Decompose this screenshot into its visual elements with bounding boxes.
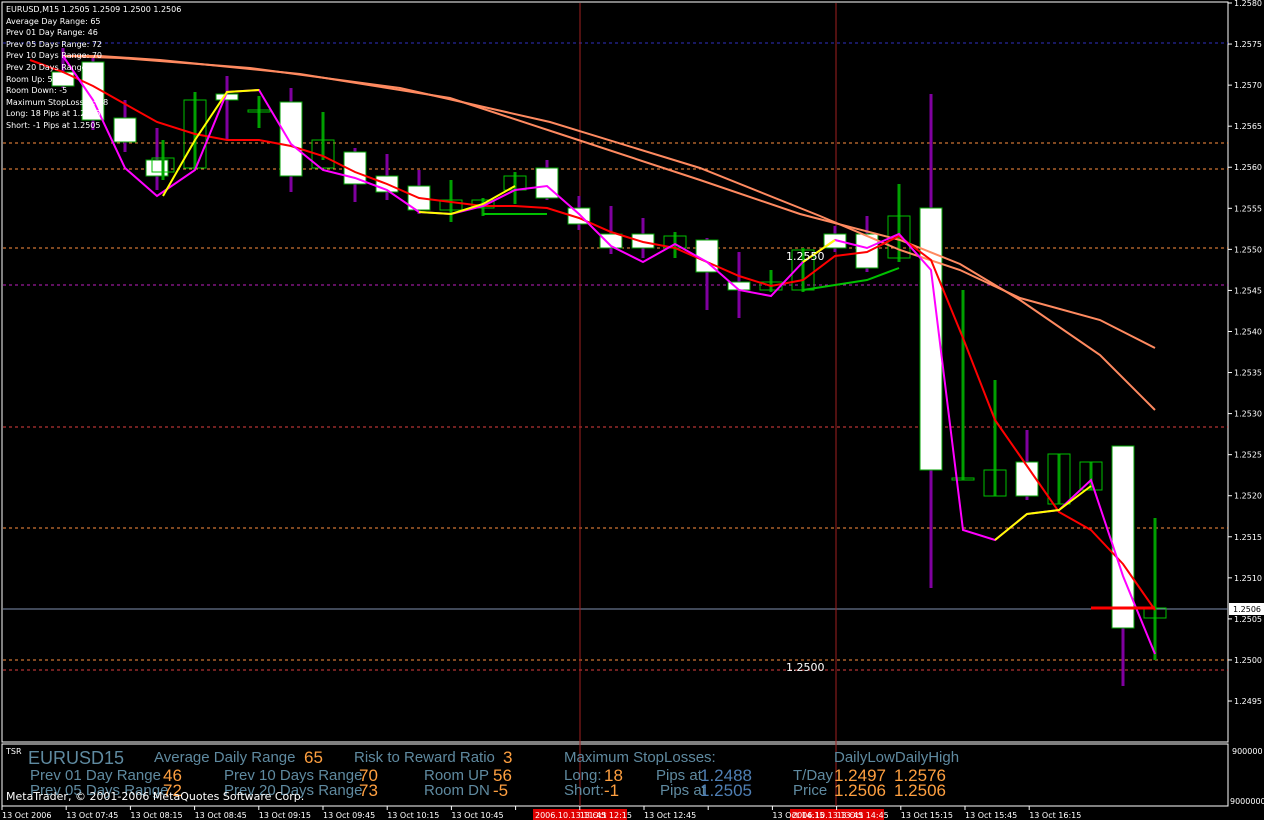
short-label: Short: <box>564 782 605 799</box>
time-axis-label: 13 Oct 2006 <box>2 811 51 820</box>
level-label-2: 1.2500 <box>786 661 825 674</box>
short-pips-at-label: Pips at <box>660 782 706 799</box>
avg-daily-range-value: 65 <box>304 748 323 767</box>
time-axis-label: 13 Oct 10:15 <box>387 811 439 820</box>
candle-body <box>695 239 719 273</box>
price-axis-label: 1.2575 <box>1234 40 1262 49</box>
avg-daily-range-label: Average Daily Range <box>154 749 296 766</box>
candle-body <box>1111 445 1135 629</box>
short-price-value: 1.2505 <box>700 781 752 800</box>
price-axis-label: 1.2515 <box>1234 533 1262 542</box>
header-line-symbol: EURUSD,M15 1.2505 1.2509 1.2500 1.2506 <box>6 5 182 14</box>
price-low-value: 1.2506 <box>834 781 886 800</box>
room-dn-label: Room DN <box>424 782 490 799</box>
candle-body <box>215 93 239 101</box>
risk-reward-label: Risk to Reward Ratio <box>354 749 495 766</box>
indicator-tag: TSR <box>6 747 22 756</box>
time-axis-label: 13 Oct 09:15 <box>259 811 311 820</box>
time-axis-label: 13 Oct 14:15 <box>772 811 824 820</box>
price-label: Price <box>793 782 828 799</box>
candle-body <box>279 101 303 177</box>
time-axis-label: 13 Oct 15:45 <box>965 811 1017 820</box>
price-axis-label: 1.2535 <box>1234 369 1262 378</box>
candle-body <box>145 159 169 177</box>
header-line-roomup: Room Up: 56 <box>6 74 58 84</box>
candle <box>279 88 303 192</box>
current-price-label: 1.2506 <box>1233 605 1261 614</box>
prev20-value: 73 <box>359 781 378 800</box>
max-stoploss-label: Maximum StopLosses: <box>564 749 716 766</box>
price-axis-label: 1.2540 <box>1234 327 1262 336</box>
time-axis-label: 13 Oct 09:45 <box>323 811 375 820</box>
price-chart[interactable]: 1.2580 1.2575 1.2570 1.2565 1.2560 1.2555 1.25… <box>0 0 1264 820</box>
time-axis-label: 13 Oct 08:15 <box>130 811 182 820</box>
time-axis-label: 13 Oct 12:45 <box>644 811 696 820</box>
indicator-symbol: EURUSD15 <box>28 748 125 768</box>
price-axis-label: 1.2560 <box>1234 163 1262 172</box>
price-axis-label: 1.2520 <box>1234 492 1262 501</box>
header-line-maxsl: Maximum StopLosses: 18 <box>6 97 109 107</box>
time-axis-label: 13 Oct 07:45 <box>66 811 118 820</box>
time-axis-label: 13 Oct 14:45 <box>837 811 889 820</box>
price-axis-label: 1.2580 <box>1234 0 1262 8</box>
price-axis-label: 1.2505 <box>1234 615 1262 624</box>
price-axis-label: 1.2500 <box>1234 656 1262 665</box>
price-axis-label: 1.2495 <box>1234 697 1262 706</box>
copyright-text: MetaTrader, © 2001-2006 MetaQuotes Softw… <box>6 790 305 803</box>
header-line-long: Long: 18 Pips at 1.2488 <box>6 109 101 119</box>
header-line-prev01: Prev 01 Day Range: 46 <box>6 28 98 38</box>
price-high-value: 1.2506 <box>894 781 946 800</box>
price-axis-label: 1.2570 <box>1234 81 1262 90</box>
price-axis-label: 1.2550 <box>1234 245 1262 254</box>
time-axis-label: 13 Oct 15:15 <box>901 811 953 820</box>
header-line-avg: Average Day Range: 65 <box>6 16 101 26</box>
header-line-short: Short: -1 Pips at 1.2505 <box>6 120 101 130</box>
price-axis-label: 1.2525 <box>1234 451 1262 460</box>
room-dn-value: -5 <box>493 781 509 800</box>
indicator-axis-bottom: 9000000 <box>1230 797 1264 806</box>
level-label-1: 1.2550 <box>786 250 825 263</box>
indicator-axis-top: 900000 <box>1232 747 1263 756</box>
header-line-prev10: Prev 10 Days Range: 70 <box>6 51 102 61</box>
time-axis-label: 13 Oct 12:15 <box>580 811 632 820</box>
header-line-roomdown: Room Down: -5 <box>6 86 68 96</box>
price-axis-label: 1.2545 <box>1234 286 1262 295</box>
price-axis-label: 1.2510 <box>1234 574 1262 583</box>
chart-header: EURUSD,M15 1.2505 1.2509 1.2500 1.2506 A… <box>6 4 181 132</box>
time-axis-label: 13 Oct 08:45 <box>195 811 247 820</box>
risk-reward-value: 3 <box>503 748 513 767</box>
price-axis-label: 1.2565 <box>1234 122 1262 131</box>
price-axis-label: 1.2530 <box>1234 410 1262 419</box>
header-line-prev20: Prev 20 Days Range: 73 <box>6 62 102 72</box>
daily-low-high-label: DailyLowDailyHigh <box>834 749 960 766</box>
header-line-prev05: Prev 05 Days Range: 72 <box>6 39 102 49</box>
price-axis-label: 1.2555 <box>1234 204 1262 213</box>
time-axis-label: 13 Oct 10:45 <box>451 811 503 820</box>
time-axis-label: 13 Oct 16:15 <box>1029 811 1081 820</box>
short-value: -1 <box>604 781 620 800</box>
